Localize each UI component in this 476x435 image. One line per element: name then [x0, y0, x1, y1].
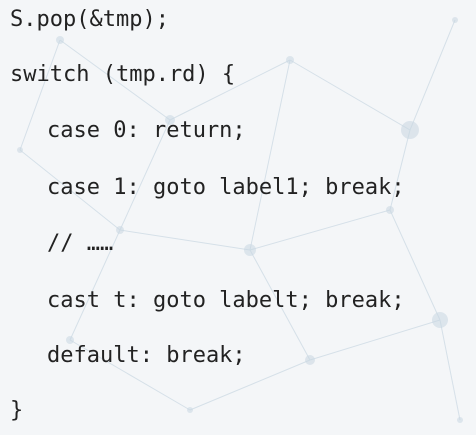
code-line-pop: S.pop(&tmp);	[10, 7, 169, 32]
code-line-closing-brace: }	[10, 398, 24, 423]
code-line-default: default: break;	[47, 343, 246, 368]
code-line-switch: switch (tmp.rd) {	[10, 62, 236, 87]
code-line-case-0: case 0: return;	[47, 118, 246, 143]
code-line-case-1: case 1: goto label1; break;	[47, 175, 405, 200]
code-block: S.pop(&tmp); switch (tmp.rd) { case 0: r…	[10, 0, 470, 435]
code-line-cast-t: cast t: goto labelt; break;	[47, 288, 405, 313]
code-line-comment: // ……	[47, 231, 114, 256]
